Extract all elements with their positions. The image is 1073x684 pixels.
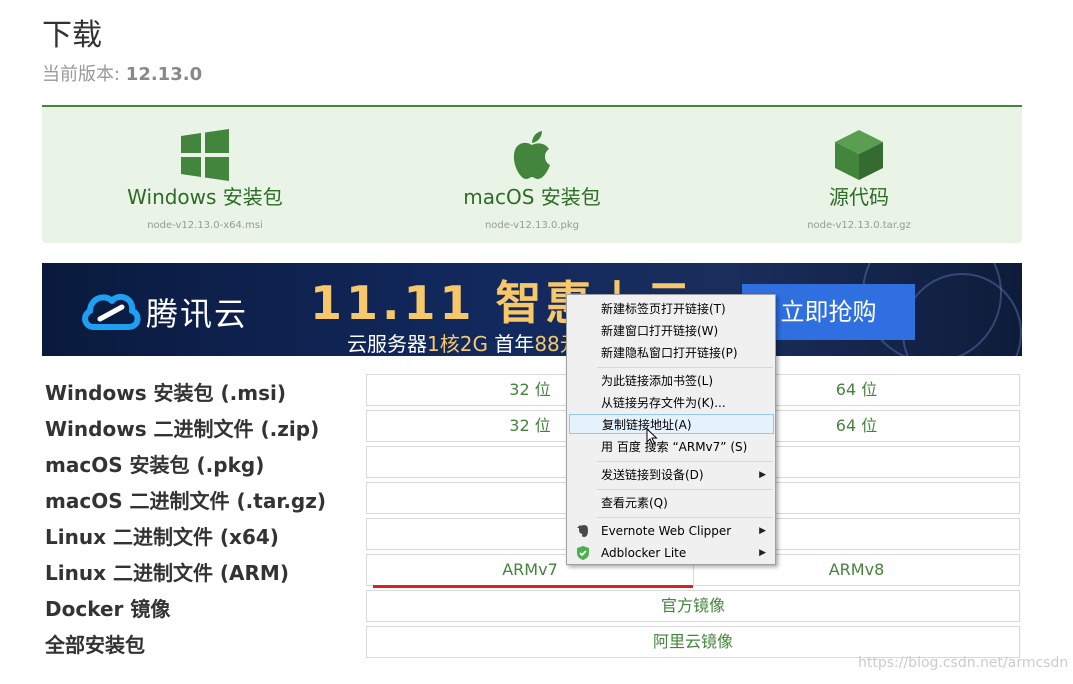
evernote-icon — [577, 525, 588, 537]
menu-item-label: 新建标签页打开链接(T) — [601, 302, 726, 316]
annotation-underline — [373, 585, 693, 588]
banner-subline: 云服务器1核2G 首年88元 — [347, 328, 580, 356]
menu-item-bookmark-link[interactable]: 为此链接添加书签(L) — [569, 371, 774, 391]
menu-item-label: 发送链接到设备(D) — [601, 468, 704, 482]
download-label[interactable]: Windows 安装包 — [42, 181, 368, 210]
version-line: 当前版本: 12.13.0 — [42, 60, 202, 86]
row-label: macOS 安装包 (.pkg) — [45, 453, 265, 477]
cube-icon — [835, 130, 883, 180]
banner-sub-mid: 首年 — [487, 332, 535, 356]
menu-item-label: 查看元素(Q) — [601, 496, 668, 510]
menu-item-label: 新建窗口打开链接(W) — [601, 324, 719, 338]
menu-item-send-to-device[interactable]: 发送链接到设备(D) ▶ — [569, 465, 774, 485]
menu-item-label: Evernote Web Clipper — [601, 524, 732, 538]
menu-item-adblocker[interactable]: Adblocker Lite ▶ — [569, 543, 774, 563]
submenu-arrow-icon: ▶ — [759, 526, 766, 536]
menu-item-open-private-window[interactable]: 新建隐私窗口打开链接(P) — [569, 343, 774, 363]
menu-item-save-link-as[interactable]: 从链接另存文件为(K)... — [569, 393, 774, 413]
link-aliyun-mirror[interactable]: 阿里云镜像 — [366, 626, 1020, 658]
menu-item-evernote[interactable]: Evernote Web Clipper ▶ — [569, 521, 774, 541]
banner-brand: 腾讯云 — [146, 295, 249, 333]
menu-item-label: 为此链接添加书签(L) — [601, 374, 714, 388]
row-label: Windows 二进制文件 (.zip) — [45, 417, 320, 441]
download-macos[interactable]: macOS 安装包 node-v12.13.0.pkg — [369, 107, 695, 243]
banner-sub-hl1: 1核2G — [427, 332, 488, 356]
menu-item-label: 从链接另存文件为(K)... — [601, 396, 726, 410]
download-source[interactable]: 源代码 node-v12.13.0.tar.gz — [696, 107, 1022, 243]
download-box: Windows 安装包 node-v12.13.0-x64.msi macOS … — [42, 105, 1022, 243]
menu-separator — [597, 517, 773, 518]
menu-item-label: 新建隐私窗口打开链接(P) — [601, 346, 738, 360]
tencent-cloud-logo — [82, 293, 141, 330]
version-label: 当前版本: — [42, 64, 126, 85]
download-filename: node-v12.13.0.pkg — [484, 220, 580, 231]
menu-item-search-baidu[interactable]: 用 百度 搜索 “ARMv7” (S) — [569, 437, 774, 457]
row-label: Windows 安装包 (.msi) — [45, 381, 286, 405]
table-row: macOS 二进制文件 (.tar.gz) — [42, 482, 1022, 514]
submenu-arrow-icon: ▶ — [759, 470, 766, 480]
download-windows[interactable]: Windows 安装包 node-v12.13.0-x64.msi — [42, 107, 368, 243]
page-title: 下载 — [42, 18, 102, 53]
table-row: 全部安装包 阿里云镜像 — [42, 626, 1022, 658]
row-label: Docker 镜像 — [45, 597, 171, 621]
row-label: Linux 二进制文件 (x64) — [45, 525, 279, 549]
banner-sub-prefix: 云服务器 — [347, 332, 427, 356]
menu-item-label: 用 百度 搜索 “ARMv7” (S) — [601, 440, 748, 454]
menu-separator — [597, 367, 773, 368]
menu-item-label: Adblocker Lite — [601, 546, 687, 560]
mouse-cursor-icon — [646, 428, 658, 446]
table-row: macOS 安装包 (.pkg) — [42, 446, 1022, 478]
apple-icon — [513, 131, 550, 179]
table-row: Docker 镜像 官方镜像 — [42, 590, 1022, 622]
download-label[interactable]: 源代码 — [696, 181, 1022, 210]
table-row: Linux 二进制文件 (x64) — [42, 518, 1022, 550]
row-label: 全部安装包 — [45, 633, 145, 657]
download-filename: node-v12.13.0.tar.gz — [807, 220, 911, 231]
link-official-image[interactable]: 官方镜像 — [366, 590, 1020, 622]
menu-item-inspect-element[interactable]: 查看元素(Q) — [569, 493, 774, 513]
table-row: Windows 二进制文件 (.zip) 32 位 64 位 — [42, 410, 1022, 442]
menu-separator — [597, 489, 773, 490]
menu-item-copy-link[interactable]: 复制链接地址(A) — [569, 414, 774, 434]
row-label: Linux 二进制文件 (ARM) — [45, 561, 289, 585]
context-menu: 新建标签页打开链接(T) 新建窗口打开链接(W) 新建隐私窗口打开链接(P) 为… — [566, 294, 776, 565]
row-label: macOS 二进制文件 (.tar.gz) — [45, 489, 327, 513]
menu-separator — [597, 461, 773, 462]
download-label[interactable]: macOS 安装包 — [369, 181, 695, 210]
windows-icon — [181, 129, 229, 181]
menu-item-open-new-tab[interactable]: 新建标签页打开链接(T) — [569, 299, 774, 319]
submenu-arrow-icon: ▶ — [759, 548, 766, 558]
version-number: 12.13.0 — [125, 64, 203, 85]
table-row: Windows 安装包 (.msi) 32 位 64 位 — [42, 374, 1022, 406]
download-filename: node-v12.13.0-x64.msi — [147, 220, 263, 231]
menu-item-open-new-window[interactable]: 新建窗口打开链接(W) — [569, 321, 774, 341]
watermark: https://blog.csdn.net/armcsdn — [858, 655, 1069, 671]
table-row: Linux 二进制文件 (ARM) ARMv7 ARMv8 — [42, 554, 1022, 586]
ad-banner[interactable]: 腾讯云 11.11 智惠上云 云服务器1核2G 首年88元 立即抢购 — [42, 263, 1022, 356]
shield-check-icon — [577, 546, 589, 560]
